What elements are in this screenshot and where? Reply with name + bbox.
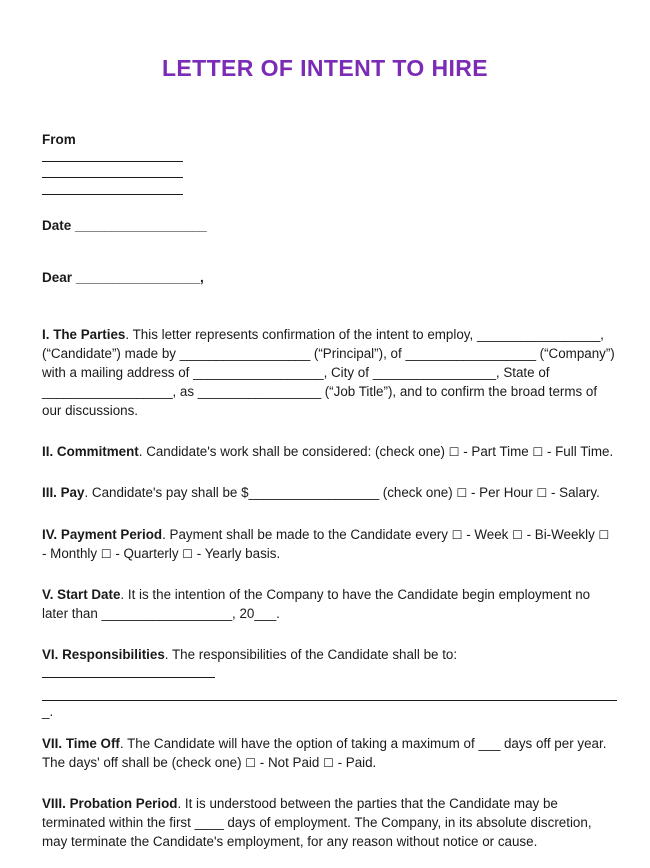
checkbox-week[interactable]: ☐: [452, 528, 463, 542]
time-off-days-blank[interactable]: ___: [478, 736, 500, 751]
checkbox-quarterly[interactable]: ☐: [101, 547, 112, 561]
probation-days-blank[interactable]: ____: [195, 815, 224, 830]
pay-amount-blank[interactable]: __________________: [249, 485, 380, 500]
section-number: IV.: [42, 526, 58, 542]
date-blank[interactable]: __________________: [75, 218, 207, 233]
section-text: , City of: [323, 365, 369, 381]
from-address-lines: [42, 160, 617, 195]
checkbox-monthly[interactable]: ☐: [599, 528, 610, 542]
option-label-quarterly: - Quarterly: [115, 545, 179, 561]
responsibilities-answer-lines: _.: [42, 676, 617, 720]
section-responsibilities: VI. Responsibilities. The responsibiliti…: [42, 645, 617, 664]
responsibilities-line-1[interactable]: [42, 676, 215, 678]
from-address-line-1[interactable]: [42, 160, 183, 162]
option-label-part-time: - Part Time: [463, 444, 529, 460]
company-name-blank[interactable]: __________________: [405, 346, 536, 361]
start-year-blank[interactable]: ___: [254, 606, 276, 621]
option-label-monthly: - Monthly: [42, 545, 98, 561]
document-body: From Date __________________ Dear ______…: [0, 131, 650, 851]
checkbox-paid[interactable]: ☐: [323, 756, 334, 770]
section-commitment: II. Commitment. Candidate's work shall b…: [42, 442, 617, 461]
mailing-address-blank[interactable]: __________________: [193, 365, 324, 380]
option-label-paid: - Paid.: [337, 754, 377, 770]
page-title: LETTER OF INTENT TO HIRE: [161, 55, 489, 81]
section-text: (check one): [382, 485, 453, 501]
option-label-salary: - Salary.: [550, 485, 600, 501]
section-number: III.: [42, 485, 57, 501]
section-heading: Time Off: [65, 735, 120, 751]
responsibilities-trailing-fragment: _.: [42, 703, 54, 719]
section-time-off: VII. Time Off. The Candidate will have t…: [42, 734, 617, 772]
salutation-label: Dear: [42, 270, 73, 286]
section-text: . Candidate's pay shall be $: [84, 485, 249, 501]
from-label: From: [42, 132, 76, 148]
start-date-blank[interactable]: __________________: [102, 606, 233, 621]
option-label-week: - Week: [466, 526, 509, 542]
option-label-bi-weekly: - Bi-Weekly: [526, 526, 595, 542]
candidate-name-blank[interactable]: _________________: [477, 327, 600, 342]
from-address-line-2[interactable]: [42, 177, 183, 179]
section-heading: Start Date: [57, 586, 121, 602]
section-pay: III. Pay. Candidate's pay shall be $____…: [42, 483, 617, 502]
option-label-full-time: - Full Time.: [546, 444, 614, 460]
checkbox-bi-weekly[interactable]: ☐: [512, 528, 523, 542]
job-title-blank[interactable]: _________________: [198, 384, 321, 399]
section-heading: Pay: [60, 485, 85, 501]
principal-name-blank[interactable]: __________________: [180, 346, 311, 361]
checkbox-full-time[interactable]: ☐: [532, 445, 543, 459]
section-probation-period: VIII. Probation Period. It is understood…: [42, 794, 617, 851]
section-number: V.: [42, 586, 54, 602]
section-number: VI.: [42, 646, 59, 662]
section-text: . The Candidate will have the option of …: [119, 735, 475, 751]
checkbox-yearly[interactable]: ☐: [182, 547, 193, 561]
option-label-yearly: - Yearly basis.: [196, 545, 281, 561]
checkbox-part-time[interactable]: ☐: [449, 445, 460, 459]
city-blank[interactable]: _________________: [373, 365, 496, 380]
section-number: I.: [42, 327, 50, 343]
section-text: . Candidate's work shall be considered: …: [138, 444, 445, 460]
salutation-blank[interactable]: _________________,: [76, 270, 204, 285]
section-text: . Payment shall be made to the Candidate…: [162, 526, 448, 542]
date-field[interactable]: Date __________________: [42, 217, 617, 235]
checkbox-not-paid[interactable]: ☐: [245, 756, 256, 770]
option-label-not-paid: - Not Paid: [259, 754, 320, 770]
responsibilities-line-2[interactable]: [42, 699, 617, 701]
section-heading: Responsibilities: [62, 646, 165, 662]
section-start-date: V. Start Date. It is the intention of th…: [42, 585, 617, 623]
checkbox-per-hour[interactable]: ☐: [456, 486, 467, 500]
section-the-parties: I. The Parties. This letter represents c…: [42, 325, 617, 420]
document-page: LETTER OF INTENT TO HIRE From Date _____…: [0, 0, 650, 868]
section-heading: Commitment: [56, 444, 139, 460]
state-blank[interactable]: __________________: [42, 384, 173, 399]
section-heading: The Parties: [53, 327, 126, 343]
section-text: (“Principal”), of: [313, 346, 402, 362]
section-number: VIII.: [42, 795, 66, 811]
date-label: Date: [42, 217, 72, 233]
section-payment-period: IV. Payment Period. Payment shall be mad…: [42, 525, 617, 563]
section-number: II.: [42, 444, 54, 460]
section-text: , State of: [495, 365, 550, 381]
checkbox-salary[interactable]: ☐: [536, 486, 547, 500]
salutation-field[interactable]: Dear _________________,: [42, 269, 617, 287]
from-address-line-3[interactable]: [42, 193, 183, 195]
section-heading: Probation Period: [69, 795, 178, 811]
section-text: , 20: [232, 605, 255, 621]
section-number: VII.: [42, 735, 63, 751]
section-text: , as: [172, 384, 195, 400]
section-text: . This letter represents confirmation of…: [125, 327, 474, 343]
section-heading: Payment Period: [60, 526, 163, 542]
section-text: .: [276, 605, 280, 621]
option-label-per-hour: - Per Hour: [470, 485, 533, 501]
section-text: . The responsibilities of the Candidate …: [164, 646, 458, 662]
